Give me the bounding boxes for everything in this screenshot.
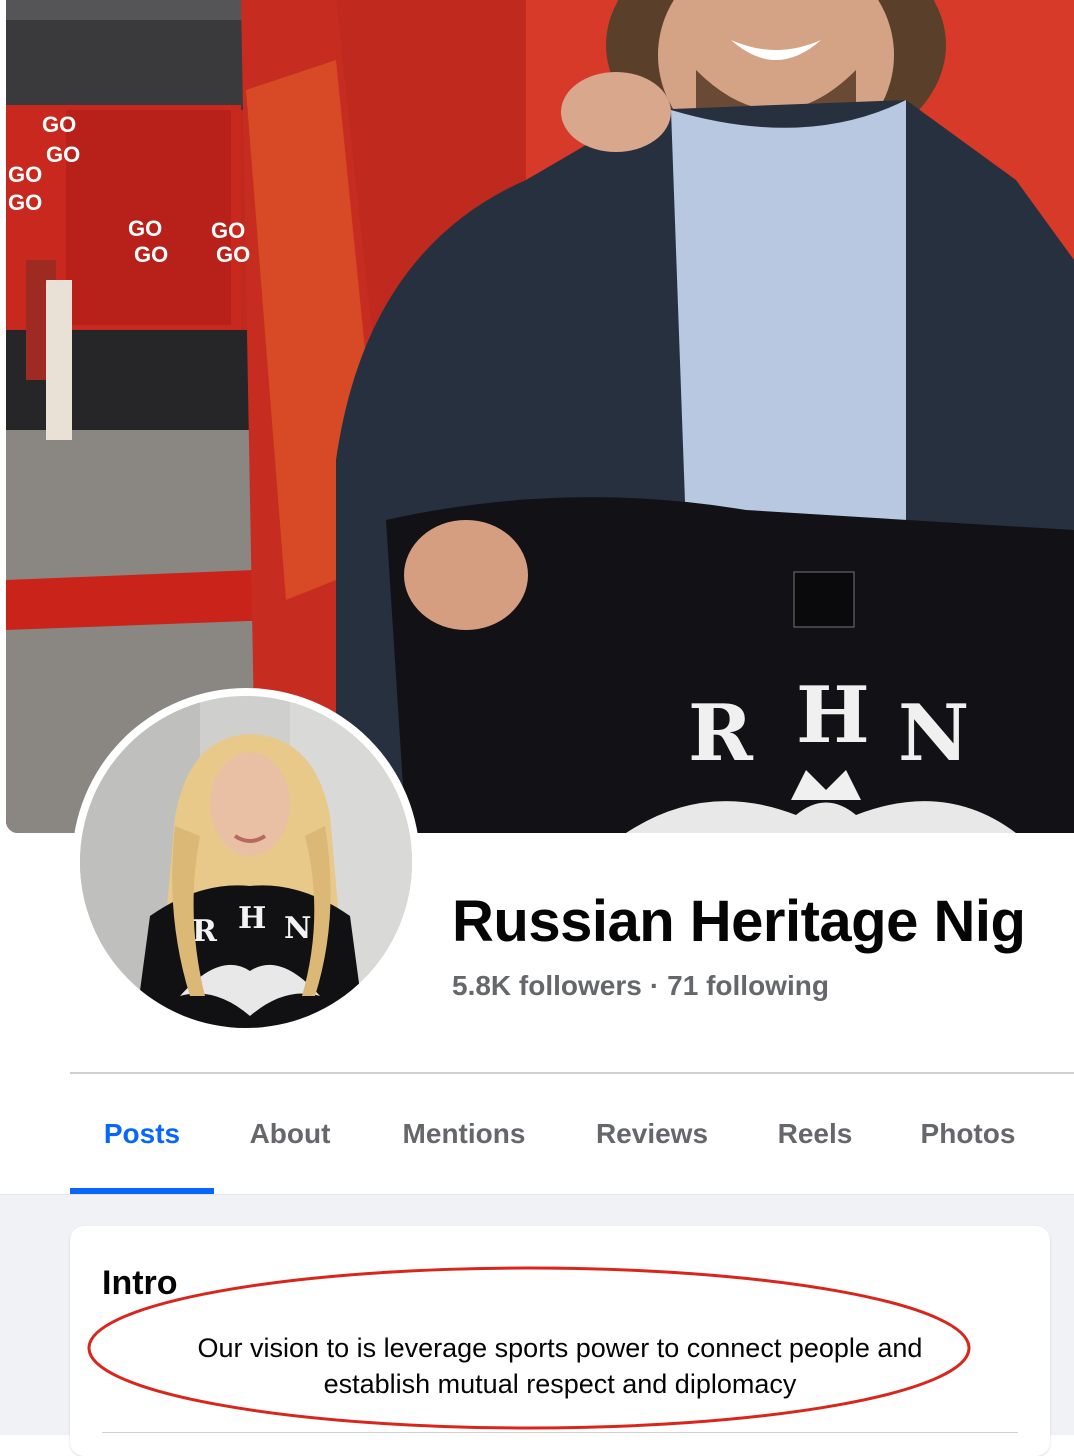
profile-avatar[interactable]: R H N	[72, 688, 420, 1036]
follow-stats: 5.8K followers · 71 following	[452, 970, 829, 1002]
following-link[interactable]: 71 following	[667, 970, 829, 1001]
avatar-shirt-letter: H	[238, 901, 266, 936]
tab-reels[interactable]: Reels	[742, 1074, 888, 1194]
intro-bio-line: Our vision to is leverage sports power t…	[197, 1333, 923, 1363]
intro-card: Intro Our vision to is leverage sports p…	[70, 1226, 1050, 1456]
tab-posts[interactable]: Posts	[70, 1074, 214, 1194]
intro-bio-line: establish mutual respect and diplomacy	[323, 1369, 797, 1399]
intro-bio: Our vision to is leverage sports power t…	[110, 1330, 1010, 1402]
banner-text: GO	[211, 218, 245, 243]
intro-title: Intro	[102, 1264, 178, 1302]
cover-shirt-letter: N	[898, 688, 969, 779]
banner-text: GO	[42, 112, 76, 137]
tab-about[interactable]: About	[214, 1074, 366, 1194]
cover-shirt-letter: H	[796, 670, 870, 761]
banner-text: GO	[134, 242, 168, 267]
page-title: Russian Heritage Nig	[452, 889, 1026, 954]
intro-divider	[102, 1432, 1018, 1433]
avatar-image: R H N	[80, 696, 412, 1028]
followers-link[interactable]: 5.8K followers	[452, 970, 642, 1001]
stats-separator: ·	[649, 970, 660, 1001]
tab-photos[interactable]: Photos	[888, 1074, 1048, 1194]
profile-tabs: Posts About Mentions Reviews Reels Photo…	[70, 1074, 1074, 1194]
tab-mentions[interactable]: Mentions	[366, 1074, 562, 1194]
cover-shirt-letter: R	[688, 688, 754, 779]
banner-text: GO	[46, 142, 80, 167]
banner-text: GO	[128, 216, 162, 241]
banner-text: GO	[8, 190, 42, 215]
avatar-shirt-letter: R	[192, 914, 218, 949]
tab-reviews[interactable]: Reviews	[562, 1074, 742, 1194]
banner-text: GO	[216, 242, 250, 267]
avatar-shirt-letter: N	[284, 911, 311, 946]
banner-text: GO	[8, 162, 42, 187]
